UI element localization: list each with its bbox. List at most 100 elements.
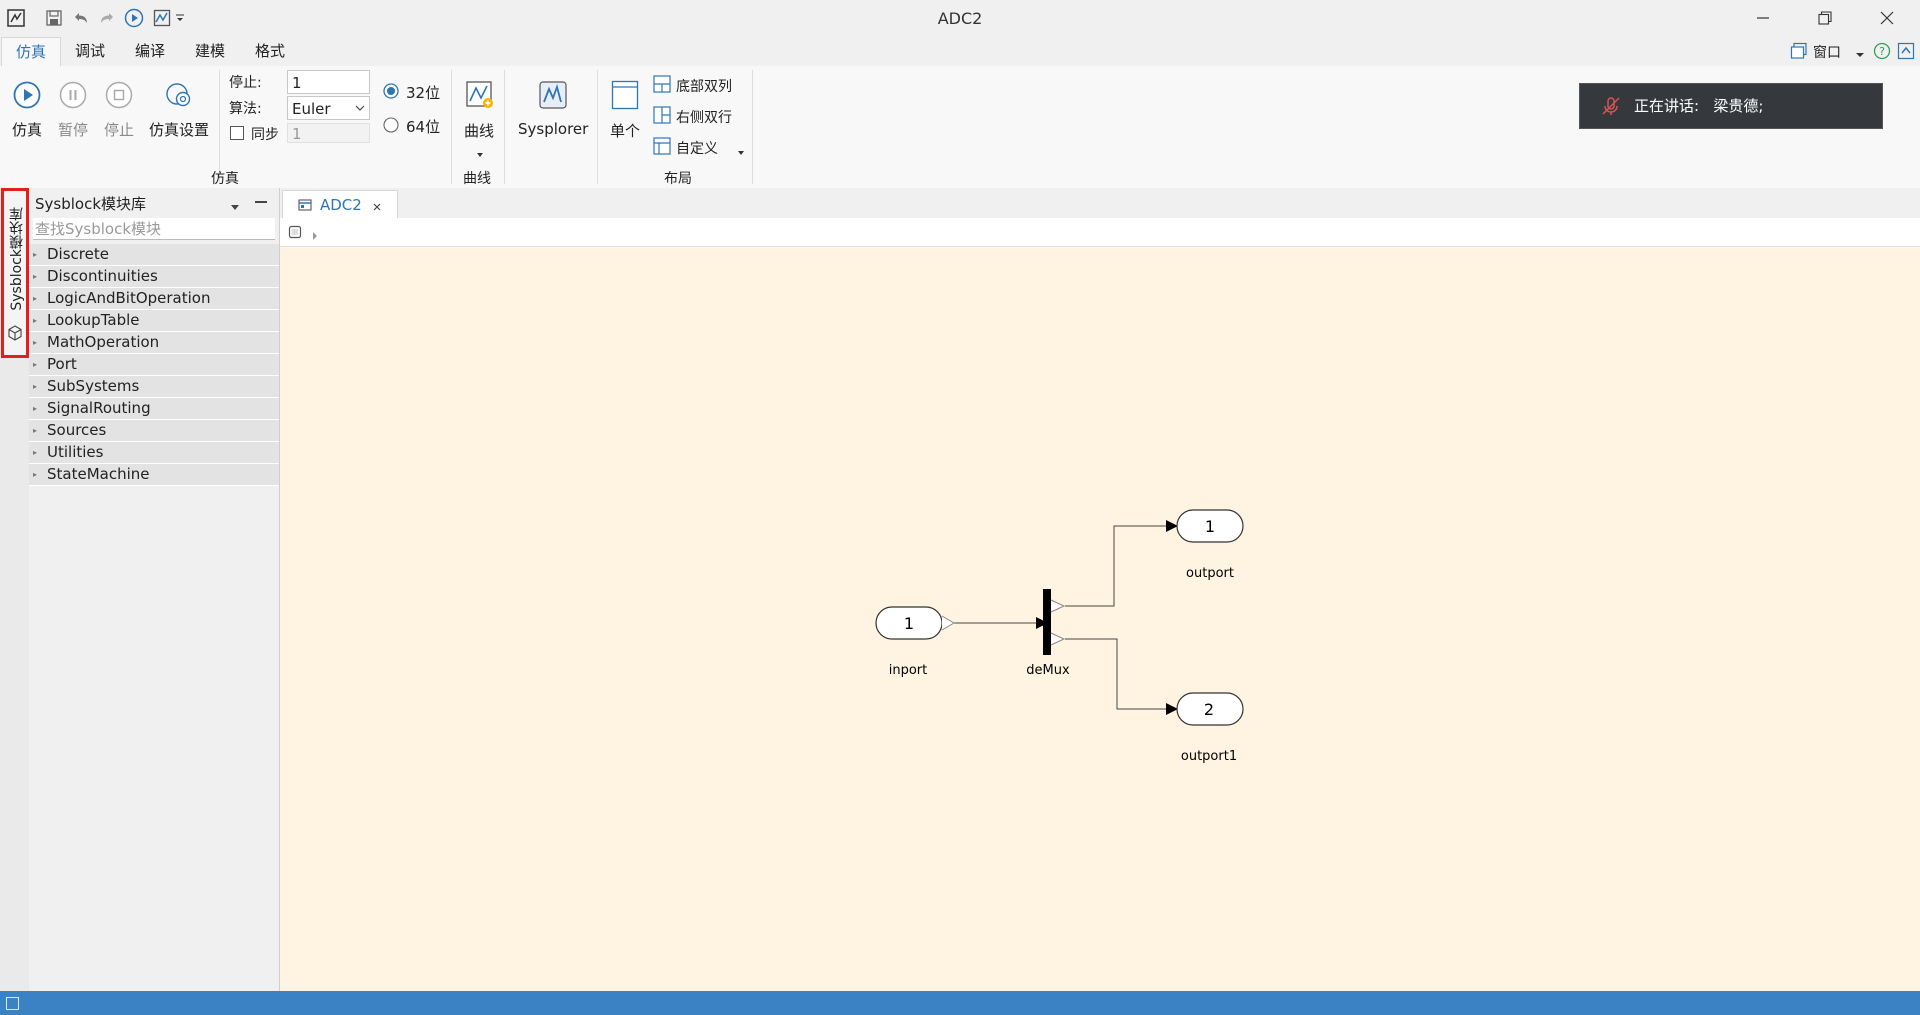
outport-block[interactable]: 1 xyxy=(1176,509,1244,543)
tab-simulation[interactable]: 仿真 xyxy=(1,37,62,66)
signal-line-demux-outport1 xyxy=(1065,638,1178,715)
breadcrumb-chevron-icon[interactable] xyxy=(311,227,319,240)
library-category-item[interactable]: ▸ SignalRouting xyxy=(29,398,279,420)
bottom-two-column-button[interactable]: 底部双列 xyxy=(676,76,732,96)
radio-32bit[interactable] xyxy=(383,83,399,99)
tab-debug[interactable]: 调试 xyxy=(61,37,119,65)
restore-button[interactable] xyxy=(1795,0,1855,36)
tab-compile[interactable]: 编译 xyxy=(121,37,179,65)
expand-arrow-icon[interactable]: ▸ xyxy=(33,310,37,331)
library-category-item[interactable]: ▸ Utilities xyxy=(29,442,279,464)
expand-arrow-icon[interactable]: ▸ xyxy=(33,288,37,309)
window-menu-label[interactable]: 窗口 xyxy=(1813,42,1841,62)
panel-menu-dropdown-icon[interactable] xyxy=(230,198,240,210)
expand-arrow-icon[interactable]: ▸ xyxy=(33,420,37,441)
custom-layout-icon[interactable] xyxy=(653,137,671,159)
tab-format[interactable]: 格式 xyxy=(241,37,299,65)
ribbon-separator xyxy=(219,70,220,184)
radio-64bit[interactable] xyxy=(383,117,399,133)
model-canvas[interactable]: 1 inport deMux 1 outport 2 outport1 xyxy=(280,247,1920,991)
document-tab-bar xyxy=(280,188,1920,218)
ribbon-separator xyxy=(451,70,452,184)
demux-label: deMux xyxy=(1026,663,1070,678)
muted-microphone-icon xyxy=(1600,95,1622,117)
library-category-item[interactable]: ▸ Port xyxy=(29,354,279,376)
stop-icon[interactable] xyxy=(105,81,133,113)
outport1-block[interactable]: 2 xyxy=(1176,692,1244,726)
bottom-two-column-icon[interactable] xyxy=(653,75,671,97)
expand-arrow-icon[interactable]: ▸ xyxy=(33,266,37,287)
sync-label: 同步 xyxy=(251,127,279,143)
curve-button[interactable]: 曲线 xyxy=(464,120,494,141)
custom-layout-dropdown-icon[interactable] xyxy=(736,143,746,155)
pause-icon[interactable] xyxy=(59,81,87,113)
library-category-item[interactable]: ▸ SubSystems xyxy=(29,376,279,398)
simulation-settings-icon[interactable] xyxy=(164,81,194,115)
ribbon-separator xyxy=(752,70,753,184)
library-category-item[interactable]: ▸ Discrete xyxy=(29,244,279,266)
collapse-ribbon-icon[interactable] xyxy=(1897,42,1917,62)
library-category-label: LogicAndBitOperation xyxy=(47,289,211,307)
library-category-label: Port xyxy=(47,355,77,373)
minimize-panel-icon[interactable] xyxy=(255,201,267,203)
library-category-item[interactable]: ▸ LookupTable xyxy=(29,310,279,332)
speaking-text: 正在讲话: 梁贵德; xyxy=(1634,97,1764,115)
library-category-item[interactable]: ▸ Sources xyxy=(29,420,279,442)
library-category-item[interactable]: ▸ StateMachine xyxy=(29,464,279,486)
stop-time-input[interactable]: 1 xyxy=(287,70,370,94)
curve-dropdown-icon[interactable] xyxy=(475,145,485,157)
play-icon[interactable] xyxy=(13,81,41,113)
close-tab-icon[interactable] xyxy=(371,199,383,211)
inport-number: 1 xyxy=(904,614,914,633)
pause-button[interactable]: 暂停 xyxy=(58,119,88,140)
window-menu-dropdown-icon[interactable] xyxy=(1855,46,1865,57)
speaking-notification: 正在讲话: 梁贵德; xyxy=(1579,83,1883,129)
library-search-input[interactable]: 查找Sysblock模块 xyxy=(33,218,275,240)
expand-arrow-icon[interactable]: ▸ xyxy=(33,354,37,375)
sysblock-library-side-tab[interactable]: Sysblock模块库 xyxy=(1,188,29,358)
expand-arrow-icon[interactable]: ▸ xyxy=(33,464,37,485)
status-bar xyxy=(0,991,1920,1015)
close-button[interactable] xyxy=(1857,0,1917,36)
custom-layout-button[interactable]: 自定义 xyxy=(676,138,718,158)
inport-block[interactable]: 1 xyxy=(875,606,955,640)
library-category-item[interactable]: ▸ MathOperation xyxy=(29,332,279,354)
minimize-button[interactable] xyxy=(1733,0,1793,36)
expand-arrow-icon[interactable]: ▸ xyxy=(33,442,37,463)
sync-value-input[interactable]: 1 xyxy=(287,123,370,143)
ribbon-separator xyxy=(504,70,505,184)
outport1-label: outport1 xyxy=(1181,749,1237,764)
sysplorer-icon[interactable] xyxy=(538,80,568,114)
expand-arrow-icon[interactable]: ▸ xyxy=(33,332,37,353)
library-category-item[interactable]: ▸ LogicAndBitOperation xyxy=(29,288,279,310)
right-two-row-button[interactable]: 右侧双行 xyxy=(676,107,732,127)
sync-checkbox[interactable] xyxy=(230,126,244,140)
window-layout-icon[interactable] xyxy=(1790,42,1810,62)
single-layout-button[interactable]: 单个 xyxy=(610,120,640,141)
expand-arrow-icon[interactable]: ▸ xyxy=(33,398,37,419)
document-tab-adc2[interactable]: ADC2 xyxy=(282,190,398,219)
bit64-label: 64位 xyxy=(406,118,441,136)
single-layout-icon[interactable] xyxy=(611,80,639,114)
demux-block[interactable] xyxy=(1043,589,1066,655)
simulation-settings-button[interactable]: 仿真设置 xyxy=(149,119,209,140)
library-category-label: SubSystems xyxy=(47,377,140,395)
tab-modeling[interactable]: 建模 xyxy=(181,37,239,65)
group-label-simulation: 仿真 xyxy=(211,171,239,187)
model-root-icon[interactable] xyxy=(288,225,302,239)
library-category-label: MathOperation xyxy=(47,333,160,351)
right-two-row-icon[interactable] xyxy=(653,106,671,128)
library-category-item[interactable]: ▸ Discontinuities xyxy=(29,266,279,288)
sysplorer-button[interactable]: Sysplorer xyxy=(518,120,588,138)
stop-button[interactable]: 停止 xyxy=(104,119,134,140)
algorithm-select[interactable]: Euler xyxy=(287,96,370,120)
help-icon[interactable]: ? xyxy=(1873,42,1893,62)
library-category-label: Discontinuities xyxy=(47,267,158,285)
expand-arrow-icon[interactable]: ▸ xyxy=(33,376,37,397)
breadcrumb-bar xyxy=(280,218,1920,247)
signal-line-demux-outport xyxy=(1065,520,1178,607)
simulate-button[interactable]: 仿真 xyxy=(12,119,42,140)
expand-arrow-icon[interactable]: ▸ xyxy=(33,244,37,265)
curve-icon[interactable] xyxy=(465,80,495,114)
library-category-label: Discrete xyxy=(47,245,109,263)
